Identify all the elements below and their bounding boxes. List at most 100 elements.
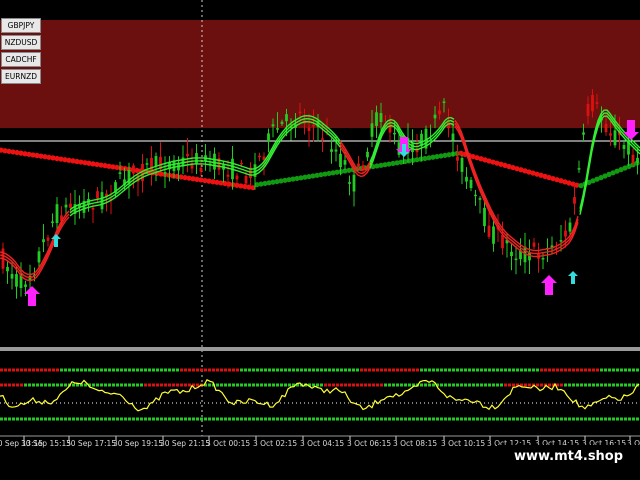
indicator-dot [628, 383, 631, 387]
indicator-dot [384, 368, 387, 372]
ma-band-upper-bear-3 [454, 120, 579, 252]
candle-bear [132, 165, 135, 174]
indicator-dot [568, 417, 571, 421]
indicator-dot [288, 383, 291, 387]
indicator-dot [136, 368, 139, 372]
indicator-dot [468, 417, 471, 421]
candle-bull [582, 132, 585, 135]
indicator-dot [272, 383, 275, 387]
candle-bear [258, 155, 261, 158]
indicator-dot [296, 368, 299, 372]
indicator-dot [100, 417, 103, 421]
indicator-dot [196, 368, 199, 372]
indicator-dot [476, 368, 479, 372]
indicator-dot [604, 368, 607, 372]
indicator-dot [280, 383, 283, 387]
indicator-dot [144, 368, 147, 372]
indicator-dot [596, 368, 599, 372]
candle-bull [492, 226, 495, 244]
symbol-switcher: GBPJPY NZDUSD CADCHF EURNZD [1, 18, 41, 86]
candle-bull [613, 130, 617, 146]
indicator-dot [492, 417, 495, 421]
indicator-dot [188, 383, 191, 387]
indicator-dot [444, 383, 447, 387]
indicator-dot [8, 417, 11, 421]
indicator-dot [244, 417, 247, 421]
indicator-dot [208, 368, 211, 372]
indicator-dot [412, 368, 415, 372]
indicator-dot [460, 368, 463, 372]
indicator-dot [252, 417, 255, 421]
indicator-dot [500, 383, 503, 387]
indicator-dot [60, 417, 63, 421]
indicator-dot [48, 417, 51, 421]
indicator-dot [264, 383, 267, 387]
indicator-dot [120, 417, 123, 421]
symbol-button-cadchf[interactable]: CADCHF [1, 52, 41, 67]
indicator-dot [468, 383, 471, 387]
indicator-dot [84, 368, 87, 372]
indicator-dot [92, 417, 95, 421]
indicator-dot [416, 417, 419, 421]
indicator-dot [484, 383, 487, 387]
indicator-dot [396, 368, 399, 372]
indicator-dot [228, 368, 231, 372]
indicator-dot [304, 417, 307, 421]
indicator-dot [184, 368, 187, 372]
indicator-dot [440, 368, 443, 372]
indicator-dot [556, 368, 559, 372]
indicator-dot [396, 383, 399, 387]
indicator-dot [224, 383, 227, 387]
indicator-dot [588, 417, 591, 421]
symbol-button-nzdusd[interactable]: NZDUSD [1, 35, 41, 50]
indicator-dot [40, 417, 43, 421]
indicator-dot [456, 368, 459, 372]
candle-bull [118, 172, 122, 175]
indicator-dot [472, 417, 475, 421]
indicator-dot [248, 368, 251, 372]
symbol-button-eurnzd[interactable]: EURNZD [1, 69, 41, 84]
indicator-dot [128, 417, 131, 421]
window-divider [0, 347, 640, 351]
indicator-dot [376, 368, 379, 372]
indicator-dot [244, 383, 247, 387]
supply-zone-rect [0, 20, 640, 128]
candle-bull [514, 258, 518, 261]
indicator-dot [256, 417, 259, 421]
indicator-dot [408, 368, 411, 372]
indicator-dot [600, 368, 603, 372]
ma-band-mid-bear-3 [454, 123, 579, 255]
indicator-dot [140, 368, 143, 372]
trend-dots [0, 147, 640, 191]
indicator-dot [448, 383, 451, 387]
candle-bull [163, 172, 167, 174]
time-label: 3 Oct 04:15 [300, 439, 344, 448]
candle-bull [370, 123, 374, 137]
candle-bear [456, 156, 459, 161]
indicator-dot [40, 368, 43, 372]
indicator-dot [452, 417, 455, 421]
indicator-dot [544, 368, 547, 372]
indicator-dot [516, 368, 519, 372]
indicator-dot [236, 368, 239, 372]
candle-bear [235, 175, 239, 180]
candle-bull [285, 114, 288, 122]
indicator-dot [168, 368, 171, 372]
indicator-dot [368, 417, 371, 421]
indicator-dot [464, 368, 467, 372]
indicator-dot [304, 368, 307, 372]
indicator-dot [16, 368, 19, 372]
indicator-dot [36, 368, 39, 372]
indicator-dot [488, 417, 491, 421]
indicator-dot [160, 368, 163, 372]
candle-bull [343, 160, 347, 165]
candle-bear [226, 174, 230, 177]
indicator-dot [236, 417, 239, 421]
indicator-dot [584, 368, 587, 372]
symbol-button-gbpjpy[interactable]: GBPJPY [1, 18, 41, 33]
buy-arrow-icon [541, 275, 557, 295]
indicator-dot [160, 383, 163, 387]
indicator-dot [32, 368, 35, 372]
indicator-dot [356, 368, 359, 372]
price-chart[interactable]: 30 Sep 13:1530 Sep 15:1530 Sep 17:1530 S… [0, 0, 640, 480]
